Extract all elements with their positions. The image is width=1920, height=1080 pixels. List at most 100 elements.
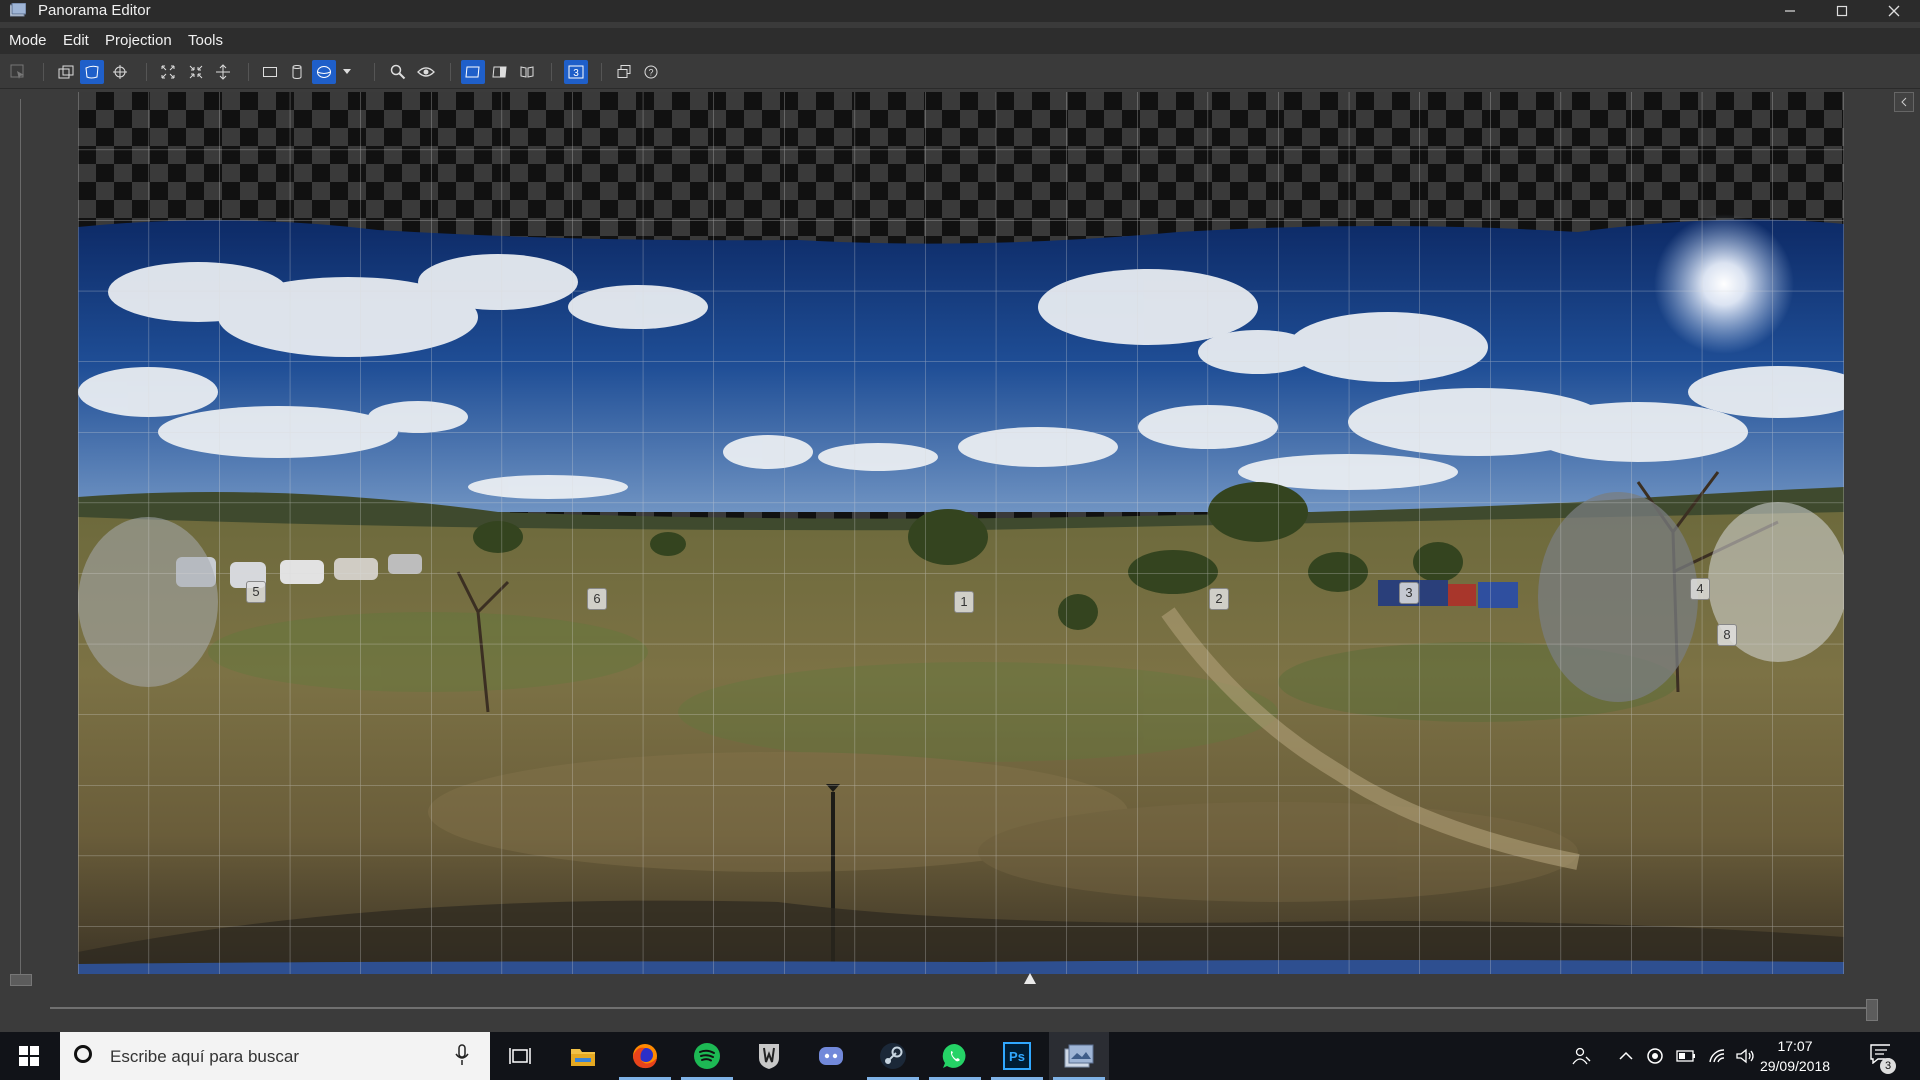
menu-mode[interactable]: Mode: [9, 32, 47, 49]
rectilinear-projection-button[interactable]: [258, 60, 282, 84]
photoshop-icon: Ps: [1003, 1042, 1031, 1070]
windows-logo-icon: [19, 1046, 39, 1066]
crosshair-tool-button[interactable]: [108, 60, 132, 84]
panorama-editor-taskbar-button[interactable]: [1049, 1032, 1109, 1080]
spotify-button[interactable]: [677, 1032, 737, 1080]
clock[interactable]: 17:07 29/09/2018: [1752, 1036, 1838, 1076]
control-point-marker[interactable]: 3: [1399, 582, 1419, 604]
steam-icon: [880, 1043, 906, 1069]
whatsapp-button[interactable]: [925, 1032, 985, 1080]
control-point-marker[interactable]: 8: [1717, 624, 1737, 646]
maximize-button[interactable]: [1816, 0, 1868, 22]
vertical-slider-track[interactable]: [20, 99, 21, 979]
close-button[interactable]: [1868, 0, 1920, 22]
search-box[interactable]: Escribe aquí para buscar: [60, 1032, 490, 1080]
show-hidden-icons-button[interactable]: [1616, 1046, 1636, 1066]
menu-projection[interactable]: Projection: [105, 32, 172, 49]
close-icon: [1888, 5, 1900, 17]
warp-icon: [85, 65, 99, 79]
spotify-icon: [694, 1043, 720, 1069]
view-full-icon: [465, 66, 480, 78]
microphone-icon[interactable]: [455, 1044, 469, 1066]
show-numbers-button[interactable]: 3: [564, 60, 588, 84]
zoom-icon: [390, 64, 406, 80]
steam-tray-icon: [1647, 1048, 1663, 1064]
start-button[interactable]: [0, 1032, 58, 1080]
panorama-app-icon: [1064, 1044, 1094, 1068]
file-explorer-button[interactable]: [553, 1032, 613, 1080]
steam-button[interactable]: [863, 1032, 923, 1080]
view-half-icon: [492, 66, 507, 78]
task-view-button[interactable]: [490, 1032, 550, 1080]
projection-dropdown-button[interactable]: [340, 60, 354, 84]
view-split-button[interactable]: [515, 60, 539, 84]
toolbar-separator: [551, 63, 552, 81]
whatsapp-icon: [942, 1043, 966, 1068]
horizontal-slider-handle[interactable]: [1866, 999, 1878, 1021]
rectilinear-icon: [263, 67, 277, 77]
shrink-button[interactable]: [184, 60, 208, 84]
task-view-icon: [509, 1048, 531, 1064]
wifi-indicator[interactable]: [1708, 1046, 1728, 1066]
preview-button[interactable]: [414, 60, 438, 84]
horizontal-slider-track[interactable]: [50, 1007, 1870, 1009]
toolbar-separator: [248, 63, 249, 81]
menu-tools[interactable]: Tools: [188, 32, 223, 49]
clock-time: 17:07: [1777, 1038, 1813, 1054]
crosshair-icon: [113, 65, 127, 79]
dropdown-arrow-icon: [343, 69, 351, 74]
zoom-button[interactable]: [386, 60, 410, 84]
center-marker[interactable]: [1024, 973, 1036, 984]
vertical-slider-handle[interactable]: [10, 974, 32, 986]
notification-count-badge: 3: [1880, 1058, 1896, 1074]
menu-edit[interactable]: Edit: [63, 32, 89, 49]
folder-icon: [571, 1049, 595, 1066]
world-of-tanks-button[interactable]: [739, 1032, 799, 1080]
control-point-marker[interactable]: 4: [1690, 578, 1710, 600]
control-point-marker[interactable]: 2: [1209, 588, 1229, 610]
view-split-icon: [520, 66, 534, 78]
cylindrical-projection-button[interactable]: [285, 60, 309, 84]
view-full-button[interactable]: [461, 60, 485, 84]
toolbar-separator: [43, 63, 44, 81]
view-half-button[interactable]: [488, 60, 512, 84]
panorama-image: [78, 92, 1844, 974]
spherical-projection-button[interactable]: [312, 60, 336, 84]
title-bar: Panorama Editor: [0, 0, 1920, 22]
image-stack-icon: [58, 65, 74, 79]
svg-text:?: ?: [648, 68, 653, 78]
discord-button[interactable]: [801, 1032, 861, 1080]
chevron-up-icon: [1619, 1051, 1633, 1060]
search-placeholder: Escribe aquí para buscar: [110, 1047, 299, 1066]
people-button[interactable]: [1572, 1046, 1592, 1066]
tray-app-icon[interactable]: [1645, 1046, 1665, 1066]
shrink-icon: [189, 65, 203, 79]
control-point-marker[interactable]: 6: [587, 588, 607, 610]
firefox-button[interactable]: [615, 1032, 675, 1080]
panorama-preview[interactable]: 5 6 1 2 3 4 8: [78, 92, 1844, 974]
battery-indicator[interactable]: [1676, 1046, 1696, 1066]
control-point-marker[interactable]: 1: [954, 591, 974, 613]
collapse-panel-button[interactable]: [1894, 92, 1914, 112]
fit-button[interactable]: [156, 60, 180, 84]
layers-button[interactable]: [612, 60, 636, 84]
image-stack-button[interactable]: [54, 60, 78, 84]
toolbar: 3 ?: [0, 56, 1920, 89]
control-point-marker[interactable]: 5: [246, 581, 266, 603]
firefox-icon: [633, 1044, 657, 1069]
minimize-button[interactable]: [1764, 0, 1816, 22]
cortana-icon: [74, 1045, 92, 1063]
wifi-icon: [1709, 1049, 1725, 1063]
photoshop-button[interactable]: Ps: [987, 1032, 1047, 1080]
chevron-left-icon: [1901, 97, 1907, 107]
menu-bar: Mode Edit Projection Tools: [0, 28, 1920, 54]
fit-icon: [161, 65, 175, 79]
warp-tool-button[interactable]: [80, 60, 104, 84]
help-icon: ?: [644, 65, 658, 79]
horizon-icon: [216, 64, 230, 80]
help-button[interactable]: ?: [639, 60, 663, 84]
cylindrical-icon: [292, 65, 302, 79]
toolbar-separator: [601, 63, 602, 81]
horizon-button[interactable]: [211, 60, 235, 84]
select-tool-button[interactable]: [6, 60, 30, 84]
